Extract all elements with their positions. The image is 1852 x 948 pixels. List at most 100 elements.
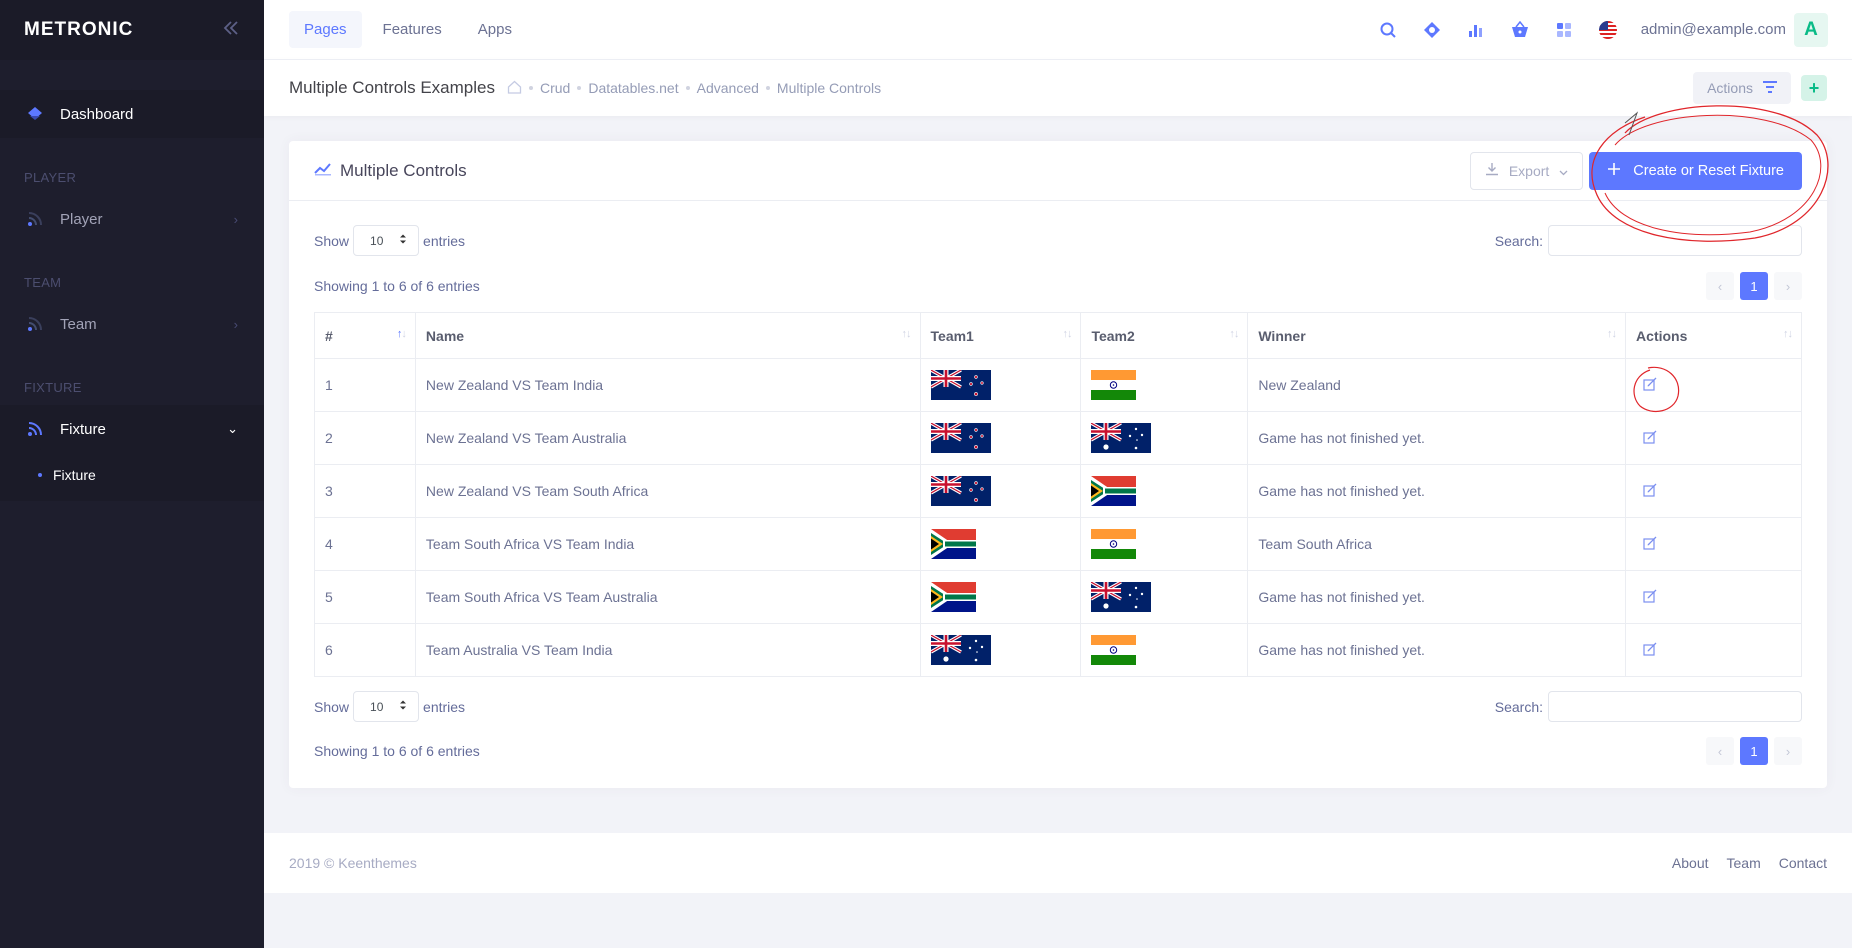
footer-link-team[interactable]: Team bbox=[1727, 855, 1761, 871]
team1-flag-icon bbox=[930, 423, 1071, 453]
edit-icon[interactable] bbox=[1643, 483, 1657, 497]
column-header-team2[interactable]: Team2 ↑↓ bbox=[1080, 312, 1249, 359]
sidebar: METRONIC Dashboard PLAYER Player › TEAM … bbox=[0, 0, 264, 948]
cell-id: 3 bbox=[314, 464, 416, 518]
nav-pages[interactable]: Pages bbox=[289, 11, 362, 48]
edit-icon[interactable] bbox=[1643, 430, 1657, 444]
sidebar-toggle-icon[interactable] bbox=[222, 17, 240, 43]
footer-links: About Team Contact bbox=[1672, 855, 1827, 871]
cell-team1-flag bbox=[919, 623, 1082, 677]
edit-icon[interactable] bbox=[1643, 377, 1657, 391]
page-length-select[interactable]: 10 bbox=[353, 691, 420, 722]
column-header-id[interactable]: # ↑↓ bbox=[314, 312, 416, 359]
table-row: 1 New Zealand VS Team India New Zealand bbox=[314, 358, 1802, 412]
search-input[interactable] bbox=[1548, 225, 1802, 256]
header-tools: admin@example.com A bbox=[1377, 12, 1828, 47]
bar-chart-icon[interactable] bbox=[1465, 19, 1487, 41]
column-header-name[interactable]: Name ↑↓ bbox=[414, 312, 921, 359]
edit-icon[interactable] bbox=[1643, 642, 1657, 656]
layers-icon bbox=[24, 103, 46, 125]
column-header-team1[interactable]: Team1 ↑↓ bbox=[919, 312, 1082, 359]
column-header-winner[interactable]: Winner ↑↓ bbox=[1247, 312, 1627, 359]
cell-name: New Zealand VS Team South Africa bbox=[414, 464, 921, 518]
basket-icon[interactable] bbox=[1509, 19, 1531, 41]
section-title-player: PLAYER bbox=[24, 170, 77, 185]
brand-bar: METRONIC bbox=[0, 0, 264, 60]
select-arrows-icon bbox=[399, 233, 407, 248]
page-button[interactable]: 1 bbox=[1740, 272, 1768, 300]
table-row: 2 New Zealand VS Team Australia Game has n… bbox=[314, 411, 1802, 465]
search-icon[interactable] bbox=[1377, 19, 1399, 41]
apps-grid-icon[interactable] bbox=[1553, 19, 1575, 41]
search-control: Search: bbox=[1495, 691, 1802, 722]
subheader: Multiple Controls Examples Crud Datatabl… bbox=[264, 60, 1852, 116]
cell-team1-flag bbox=[919, 517, 1082, 571]
team2-flag-icon bbox=[1091, 423, 1237, 453]
submenu-item-fixture[interactable]: Fixture bbox=[0, 457, 264, 493]
search-input[interactable] bbox=[1548, 691, 1802, 722]
sidebar-item-label: Dashboard bbox=[60, 105, 134, 123]
rss-icon bbox=[24, 418, 46, 440]
datatable-info-bottom: Showing 1 to 6 of 6 entries ‹ 1 › bbox=[314, 737, 1802, 765]
cell-name: New Zealand VS Team Australia bbox=[414, 411, 921, 465]
cell-winner: Game has not finished yet. bbox=[1247, 411, 1627, 465]
sort-icon: ↑↓ bbox=[1062, 328, 1072, 340]
page-button[interactable]: 1 bbox=[1740, 737, 1768, 765]
cell-id: 2 bbox=[314, 411, 416, 465]
sidebar-item-player[interactable]: Player › bbox=[0, 195, 264, 243]
export-button[interactable]: Export bbox=[1469, 151, 1584, 190]
table-row: 3 New Zealand VS Team South Africa Game ha… bbox=[314, 464, 1802, 518]
user-menu[interactable]: admin@example.com A bbox=[1641, 12, 1828, 47]
team1-flag-icon bbox=[930, 476, 1071, 506]
prev-page-button[interactable]: ‹ bbox=[1706, 737, 1734, 765]
edit-icon[interactable] bbox=[1643, 589, 1657, 603]
next-page-button[interactable]: › bbox=[1774, 272, 1802, 300]
download-icon bbox=[1485, 162, 1499, 179]
cell-winner: New Zealand bbox=[1247, 358, 1627, 412]
logo[interactable]: METRONIC bbox=[24, 19, 133, 41]
breadcrumb-item[interactable]: Crud bbox=[540, 80, 570, 96]
breadcrumb-item[interactable]: Datatables.net bbox=[588, 80, 678, 96]
add-button[interactable]: + bbox=[1801, 75, 1827, 101]
page-length-select[interactable]: 10 bbox=[353, 225, 420, 256]
team2-flag-icon bbox=[1091, 582, 1237, 612]
nav-features[interactable]: Features bbox=[368, 11, 457, 48]
footer-link-contact[interactable]: Contact bbox=[1779, 855, 1827, 871]
fixtures-table: # ↑↓ Name ↑↓ Team1 ↑↓ Team2 ↑↓ Winner ↑↓ Acti… bbox=[314, 312, 1802, 677]
table-info: Showing 1 to 6 of 6 entries bbox=[314, 278, 480, 294]
edit-icon[interactable] bbox=[1643, 536, 1657, 550]
cell-id: 1 bbox=[314, 358, 416, 412]
bullet-icon bbox=[38, 473, 42, 477]
nav-apps[interactable]: Apps bbox=[463, 11, 527, 48]
breadcrumb-separator bbox=[685, 86, 690, 90]
sidebar-item-fixture[interactable]: Fixture ⌄ bbox=[0, 405, 264, 453]
datatable-card: Multiple Controls Export Create or Reset… bbox=[289, 141, 1827, 788]
lifebuoy-icon[interactable] bbox=[1421, 19, 1443, 41]
prev-page-button[interactable]: ‹ bbox=[1706, 272, 1734, 300]
us-flag-icon[interactable] bbox=[1597, 19, 1619, 41]
cell-id: 4 bbox=[314, 517, 416, 571]
footer-link-about[interactable]: About bbox=[1672, 855, 1709, 871]
cell-actions bbox=[1625, 358, 1802, 412]
home-icon[interactable] bbox=[507, 80, 522, 97]
line-chart-icon bbox=[314, 160, 332, 181]
rss-icon bbox=[24, 208, 46, 230]
breadcrumb-item[interactable]: Multiple Controls bbox=[777, 80, 881, 96]
breadcrumb-separator bbox=[528, 86, 533, 90]
table-body: 1 New Zealand VS Team India New Zealand 2 Ne… bbox=[314, 358, 1802, 677]
breadcrumb-item[interactable]: Advanced bbox=[697, 80, 759, 96]
chevron-right-icon: › bbox=[233, 316, 238, 332]
column-header-actions[interactable]: Actions ↑↓ bbox=[1625, 312, 1802, 359]
top-header: Pages Features Apps admin@example.com A bbox=[264, 0, 1852, 60]
create-fixture-button[interactable]: Create or Reset Fixture bbox=[1589, 151, 1802, 190]
actions-button[interactable]: Actions bbox=[1693, 72, 1791, 104]
show-label: Show bbox=[314, 698, 350, 715]
next-page-button[interactable]: › bbox=[1774, 737, 1802, 765]
table-row: 4 Team South Africa VS Team India Team Sou… bbox=[314, 517, 1802, 571]
sidebar-item-team[interactable]: Team › bbox=[0, 300, 264, 348]
cell-winner: Game has not finished yet. bbox=[1247, 623, 1627, 677]
cell-actions bbox=[1625, 570, 1802, 624]
sidebar-item-dashboard[interactable]: Dashboard bbox=[0, 90, 264, 138]
entries-label: entries bbox=[423, 232, 466, 249]
team2-flag-icon bbox=[1091, 529, 1237, 559]
